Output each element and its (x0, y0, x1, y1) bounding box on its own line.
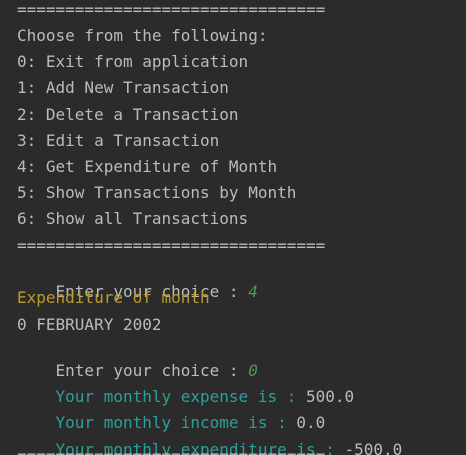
expense-line: Your monthly expense is : 500.0 (17, 367, 355, 406)
separator-top: ================================ (17, 0, 326, 19)
separator-bottom: ================================ (17, 446, 325, 455)
console-output[interactable]: ================================ Choose … (0, 0, 466, 455)
prompt-line-1: Enter your choice : 4 (17, 262, 258, 301)
menu-item-delete: 2: Delete a Transaction (17, 105, 239, 124)
user-input-value: 4 (248, 282, 258, 301)
separator-middle: ================================ (17, 236, 326, 255)
month-value: 0 FEBRUARY 2002 (17, 315, 162, 334)
menu-item-exit: 0: Exit from application (17, 52, 249, 71)
menu-item-expenditure: 4: Get Expenditure of Month (17, 157, 278, 176)
menu-item-show-by-month: 5: Show Transactions by Month (17, 183, 297, 202)
menu-header: Choose from the following: (17, 26, 268, 45)
menu-item-edit: 3: Edit a Transaction (17, 131, 220, 150)
menu-item-add: 1: Add New Transaction (17, 78, 229, 97)
expenditure-heading: Expenditure of month (17, 288, 210, 307)
expenditure-value: -500.0 (344, 440, 403, 455)
income-line: Your monthly income is : 0.0 (17, 393, 326, 432)
menu-item-show-all: 6: Show all Transactions (17, 209, 249, 228)
prompt-line-2: Enter your choice : 0 (17, 341, 258, 380)
expenditure-line: Your monthly expenditure is : -500.0 (17, 420, 403, 455)
